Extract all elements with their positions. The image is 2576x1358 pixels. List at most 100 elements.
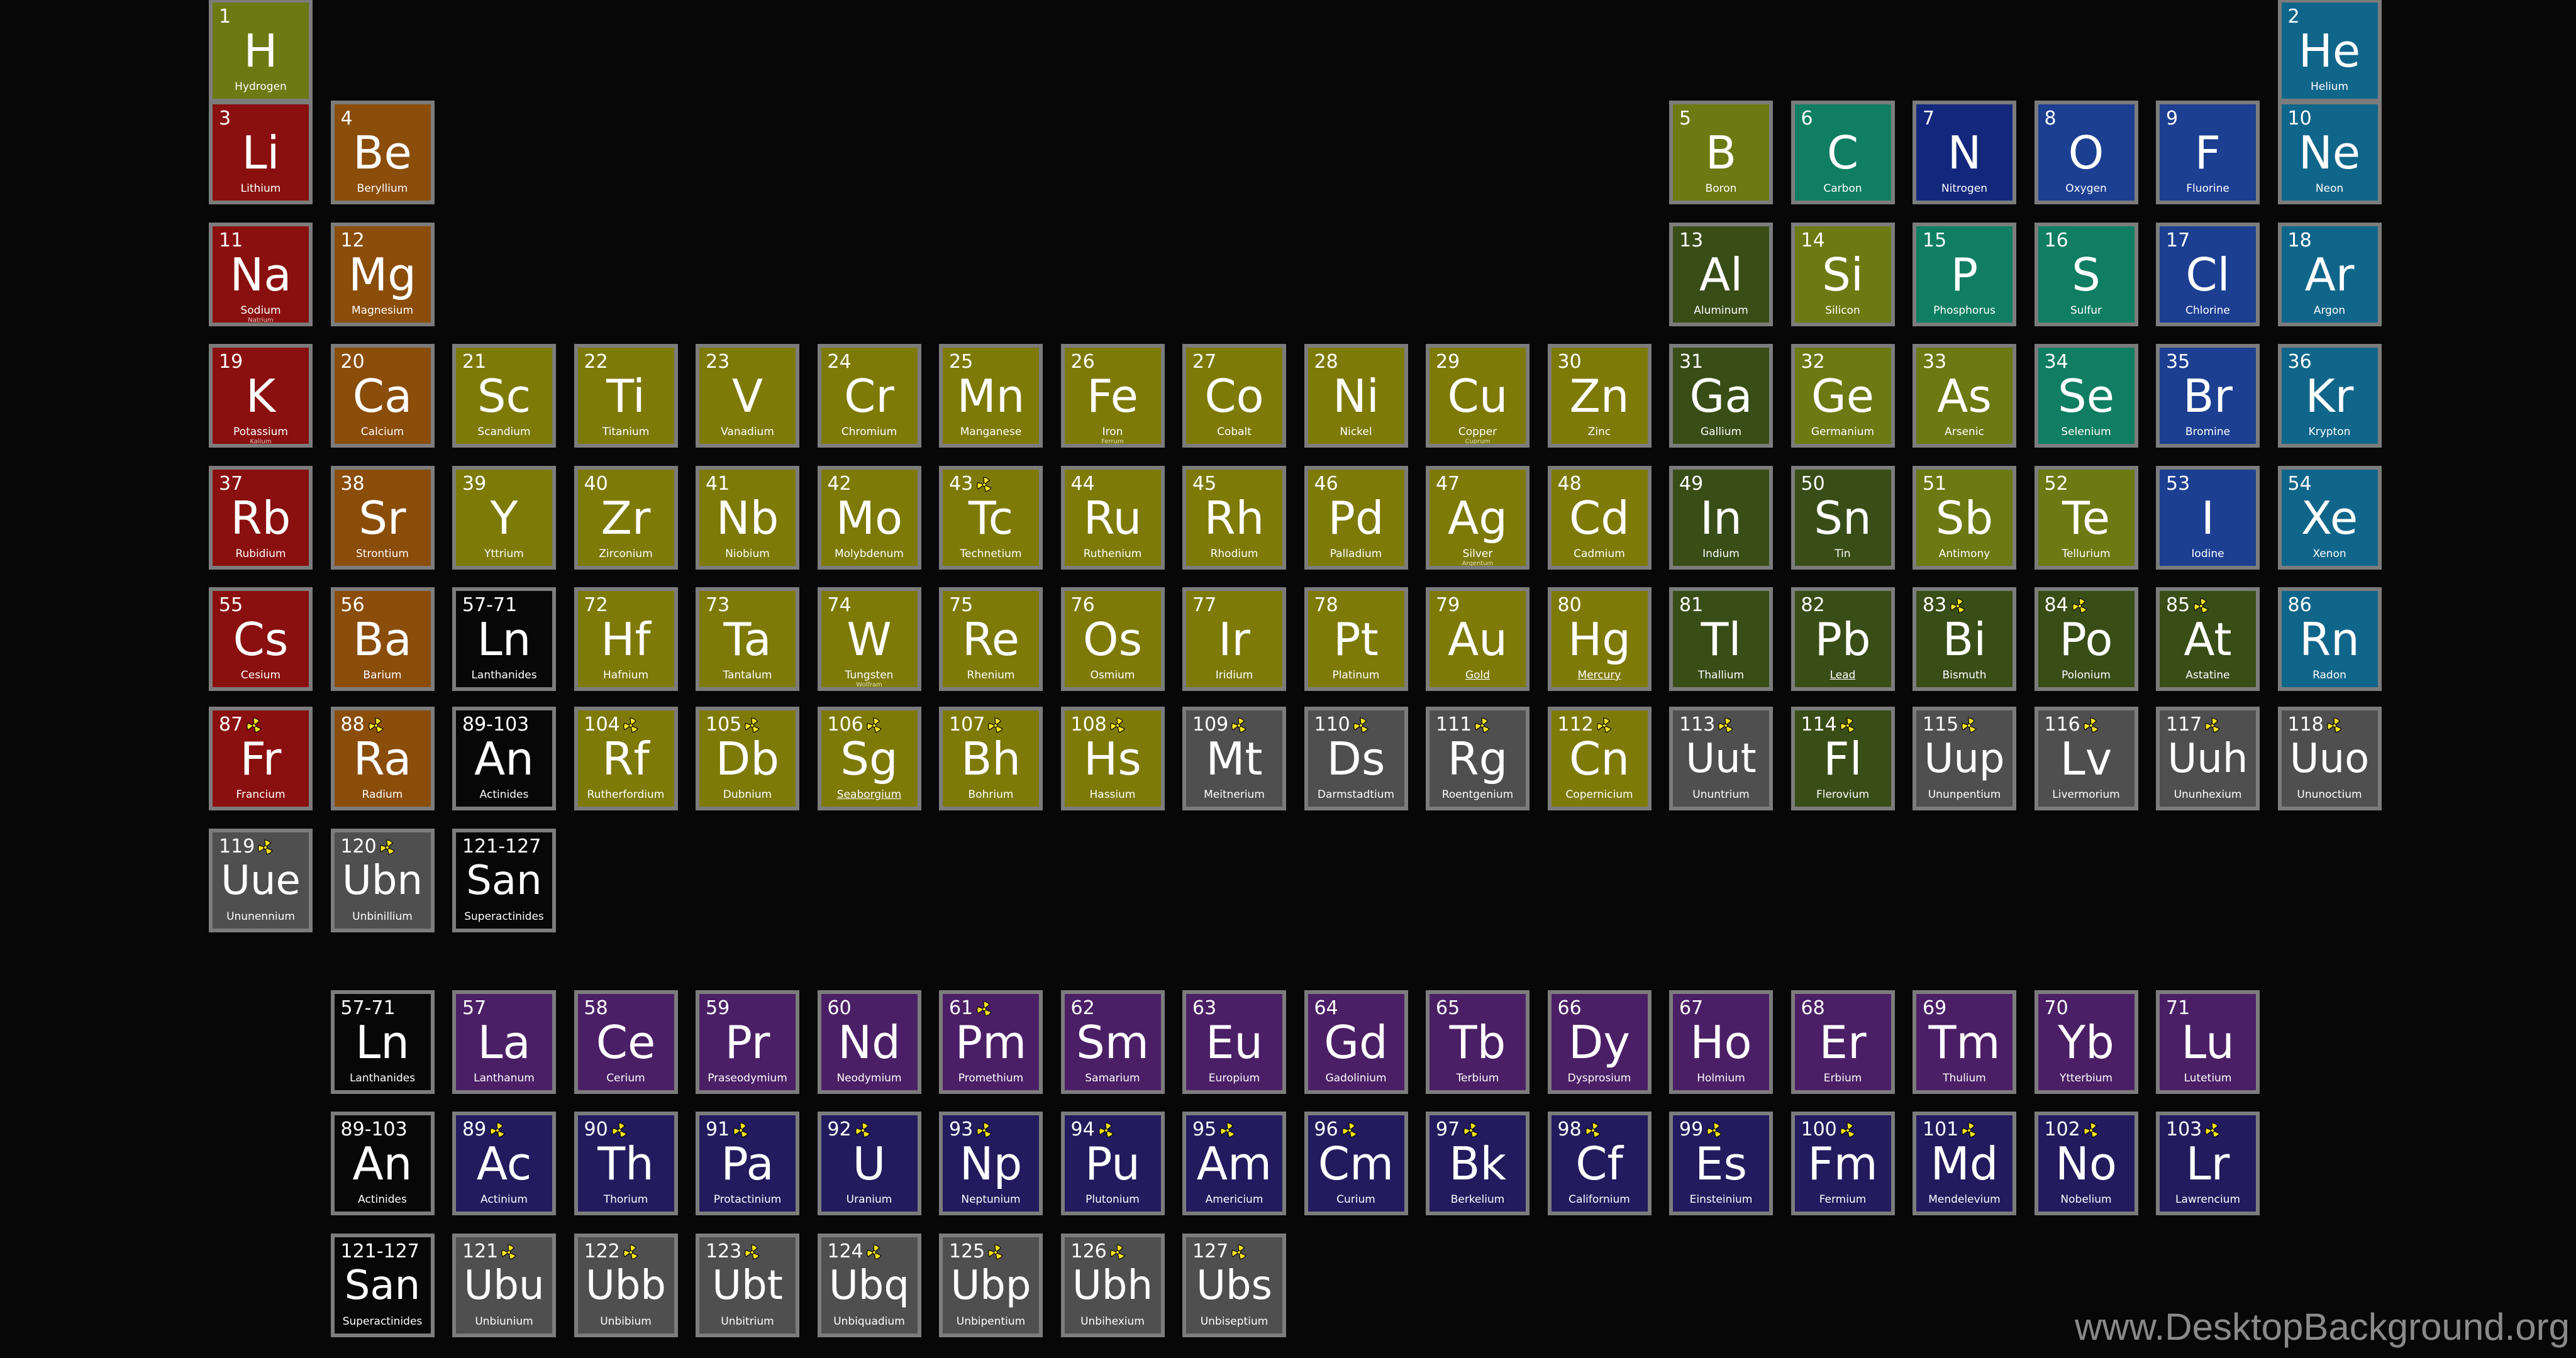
element-tile-ir: 77 Ir Iridium xyxy=(1182,587,1286,691)
element-name: Promethium xyxy=(958,1072,1024,1085)
element-symbol: Ubp xyxy=(950,1262,1031,1309)
element-tile-bi: 83 Bi Bismuth xyxy=(1913,587,2016,691)
element-symbol: Nb xyxy=(716,492,779,544)
element-name: Lawrencium xyxy=(2175,1193,2241,1206)
element-symbol: Fm xyxy=(1807,1137,1878,1190)
element-name: Iodine xyxy=(2191,548,2224,560)
element-name: Holmium xyxy=(1697,1072,1745,1085)
element-tile-bh: 107 Bh Bohrium xyxy=(939,707,1043,810)
element-name: Uranium xyxy=(846,1193,892,1206)
element-symbol: Uup xyxy=(1924,736,2005,782)
element-symbol: Tm xyxy=(1928,1016,2001,1069)
element-tile-db: 105 Db Dubnium xyxy=(696,707,799,810)
element-symbol: Bh xyxy=(960,732,1021,785)
element-symbol: Ubh xyxy=(1072,1262,1153,1309)
element-symbol: Re xyxy=(962,613,1020,666)
element-tile-h: 1 H Hydrogen xyxy=(209,0,313,102)
element-tile-pa: 91 Pa Protactinium xyxy=(696,1112,799,1215)
element-name: Gadolinium xyxy=(1325,1072,1387,1085)
element-symbol: Sr xyxy=(358,492,406,544)
element-tile-ds: 110 Ds Darmstadtium xyxy=(1304,707,1408,810)
element-name: Nitrogen xyxy=(1941,182,1988,195)
element-tile-sr: 38 Sr Strontium xyxy=(330,466,435,570)
element-name: Silicon xyxy=(1825,304,1860,317)
element-symbol: Au xyxy=(1448,613,1507,666)
element-symbol: He xyxy=(2298,25,2361,77)
element-symbol: Fl xyxy=(1823,732,1862,785)
element-tile-sb: 51 Sb Antimony xyxy=(1913,466,2016,570)
element-tile-i: 53 I Iodine xyxy=(2156,466,2260,570)
element-tile-tm: 69 Tm Thulium xyxy=(1913,990,2016,1094)
element-symbol: Cf xyxy=(1575,1137,1623,1190)
element-name: Xenon xyxy=(2312,548,2346,560)
element-tile-rb: 37 Rb Rubidium xyxy=(209,466,313,570)
element-name: Copper xyxy=(1458,426,1497,438)
element-tile-ti: 22 Ti Titanium xyxy=(574,344,678,448)
element-tile-es: 99 Es Einsteinium xyxy=(1669,1112,1773,1215)
element-tile-sm: 62 Sm Samarium xyxy=(1060,990,1165,1094)
element-tile-k: 19 K Potassium Kalium xyxy=(209,344,313,448)
element-name: Seaborgium xyxy=(836,788,902,801)
element-symbol: Dy xyxy=(1568,1016,1631,1069)
element-symbol: Sn xyxy=(1814,492,1872,544)
element-tile-ce: 58 Ce Cerium xyxy=(574,990,678,1094)
element-symbol: Nd xyxy=(838,1016,901,1069)
element-tile-li: 3 Li Lithium xyxy=(209,101,313,204)
element-latin-name: Cuprum xyxy=(1465,438,1491,445)
element-name: Tantalum xyxy=(723,669,772,682)
element-symbol: Uue xyxy=(221,858,301,904)
element-name: Arsenic xyxy=(1945,426,1984,438)
element-tile-eu: 63 Eu Europium xyxy=(1182,990,1286,1094)
element-symbol: Ir xyxy=(1218,613,1250,666)
element-tile-md: 101 Md Mendelevium xyxy=(1913,1112,2016,1215)
element-name: Unbipentium xyxy=(956,1315,1026,1328)
element-name: Samarium xyxy=(1085,1072,1140,1085)
element-tile-ubb: 122 Ubb Unbibium xyxy=(574,1234,678,1337)
element-tile-gd: 64 Gd Gadolinium xyxy=(1304,990,1408,1094)
element-tile-cu: 29 Cu Copper Cuprum xyxy=(1426,344,1530,448)
element-name: Iron xyxy=(1102,426,1123,438)
element-name: Tin xyxy=(1835,548,1851,560)
element-symbol: Ubb xyxy=(585,1262,667,1309)
element-name: Hydrogen xyxy=(235,80,287,93)
element-tile-la: 57 La Lanthanum xyxy=(452,990,556,1094)
element-tile-pr: 59 Pr Praseodymium xyxy=(696,990,799,1094)
element-tile-na: 11 Na Sodium Natrium xyxy=(209,223,313,326)
element-name: Sulfur xyxy=(2070,304,2102,317)
element-tile-n: 7 N Nitrogen xyxy=(1913,101,2016,204)
element-name: Superactinides xyxy=(464,910,544,923)
element-symbol: Tl xyxy=(1701,613,1741,666)
element-latin-name: Argentum xyxy=(1462,560,1494,567)
element-tile-re: 75 Re Rhenium xyxy=(939,587,1043,691)
element-symbol: Lr xyxy=(2185,1137,2230,1190)
element-symbol: V xyxy=(731,370,763,422)
element-tile-b: 5 B Boron xyxy=(1669,101,1773,204)
element-tile-te: 52 Te Tellurium xyxy=(2034,466,2138,570)
element-symbol: Pm xyxy=(955,1016,1027,1069)
element-symbol: N xyxy=(1947,126,1982,179)
element-tile-sc: 21 Sc Scandium xyxy=(452,344,556,448)
element-tile-y: 39 Y Yttrium xyxy=(452,466,556,570)
element-name: Beryllium xyxy=(357,182,408,195)
element-symbol: Uuh xyxy=(2167,736,2248,782)
element-symbol: Bk xyxy=(1448,1137,1507,1190)
element-symbol: Pb xyxy=(1814,613,1871,666)
element-tile-pb: 82 Pb Lead xyxy=(1790,587,1895,691)
element-tile-fm: 100 Fm Fermium xyxy=(1790,1112,1895,1215)
element-tile-rg: 111 Rg Roentgenium xyxy=(1426,707,1530,810)
element-symbol: Lv xyxy=(2060,732,2112,785)
element-symbol: Ra xyxy=(353,732,412,785)
element-symbol: Db xyxy=(715,732,780,785)
element-tile-at: 85 At Astatine xyxy=(2156,587,2260,691)
element-name: Manganese xyxy=(960,426,1022,438)
element-tile-fe: 26 Fe Iron Ferrum xyxy=(1060,344,1165,448)
element-tile-s: 16 S Sulfur xyxy=(2034,223,2138,326)
element-name: Molybdenum xyxy=(834,548,904,560)
element-symbol: Pu xyxy=(1085,1137,1140,1190)
element-latin-name: Wolfram xyxy=(856,682,882,688)
element-name: Indium xyxy=(1702,548,1740,560)
element-tile-an: 89-103 An Actinides xyxy=(452,707,556,810)
element-tile-xe: 54 Xe Xenon xyxy=(2277,466,2382,570)
element-name: Helium xyxy=(2310,80,2349,93)
element-name: Bohrium xyxy=(968,788,1014,801)
